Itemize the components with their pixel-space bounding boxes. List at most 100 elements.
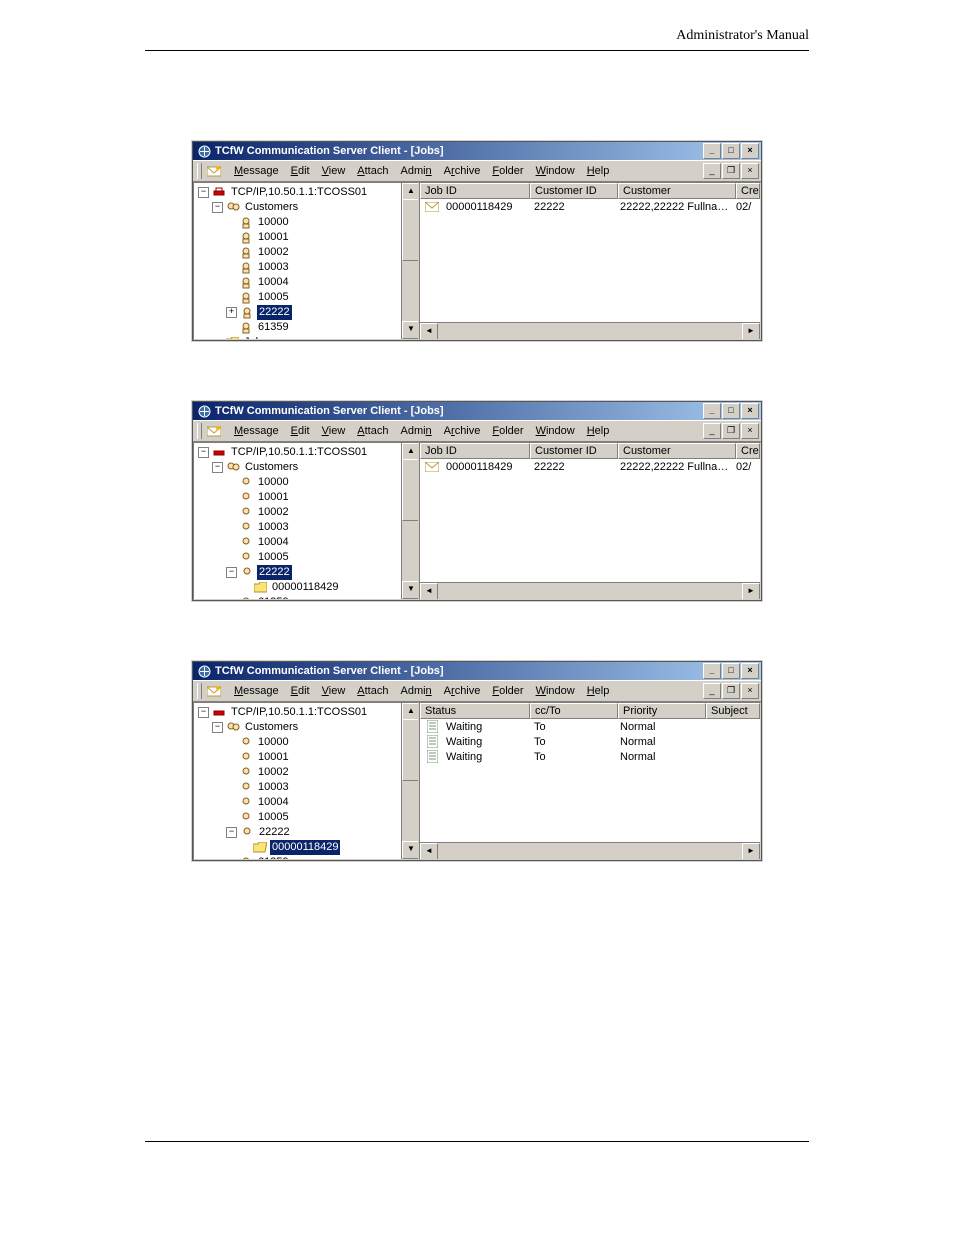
mdi-close-button[interactable]: ×: [741, 423, 759, 439]
col-customer[interactable]: Customer: [618, 183, 736, 199]
tree-item[interactable]: 10000: [198, 475, 418, 490]
scroll-right-icon[interactable]: ►: [742, 843, 760, 860]
menu-message[interactable]: Message: [228, 425, 285, 437]
menu-window[interactable]: Window: [530, 425, 581, 437]
tree-item[interactable]: 10003: [198, 520, 418, 535]
mdi-restore-button[interactable]: ❐: [722, 423, 740, 439]
menu-edit[interactable]: Edit: [285, 685, 316, 697]
tree-pane[interactable]: −TCP/IP,10.50.1.1:TCOSS01 −Customers 100…: [193, 702, 419, 860]
collapse-icon[interactable]: −: [212, 462, 223, 473]
tree-pane[interactable]: − TCP/IP,10.50.1.1:TCOSS01 − Customers 1…: [193, 182, 419, 340]
tree-customers-row[interactable]: −Customers: [198, 460, 418, 475]
tree-scrollbar[interactable]: ▲ ▼: [401, 703, 418, 859]
tree-item[interactable]: 61359: [198, 855, 418, 860]
col-subject[interactable]: Subject: [706, 703, 760, 719]
list-pane[interactable]: Job ID Customer ID Customer Cre. 0000011…: [419, 182, 761, 340]
menu-admin[interactable]: Admin: [394, 425, 437, 437]
menu-edit[interactable]: Edit: [285, 425, 316, 437]
collapse-icon[interactable]: −: [198, 707, 209, 718]
menu-admin[interactable]: Admin: [394, 685, 437, 697]
list-scrollbar-h[interactable]: ◄ ►: [420, 322, 760, 339]
menu-help[interactable]: Help: [581, 425, 616, 437]
mdi-minimize-button[interactable]: _: [703, 683, 721, 699]
toolbar-handle-icon[interactable]: [197, 423, 202, 439]
tree-item[interactable]: 10002: [198, 765, 418, 780]
menu-folder[interactable]: Folder: [486, 685, 529, 697]
mdi-close-button[interactable]: ×: [741, 163, 759, 179]
tree-item-selected[interactable]: +22222: [198, 305, 418, 320]
tree-item[interactable]: 10005: [198, 290, 418, 305]
scroll-thumb[interactable]: [402, 719, 419, 781]
col-job-id[interactable]: Job ID: [420, 443, 530, 459]
list-row[interactable]: Waiting To Normal: [420, 719, 760, 734]
tree-item[interactable]: 10004: [198, 535, 418, 550]
mdi-minimize-button[interactable]: _: [703, 163, 721, 179]
list-scrollbar-h[interactable]: ◄ ►: [420, 842, 760, 859]
menu-help[interactable]: Help: [581, 165, 616, 177]
maximize-button[interactable]: □: [722, 663, 740, 679]
new-message-icon[interactable]: [206, 163, 222, 179]
tree-item[interactable]: 10003: [198, 260, 418, 275]
col-ccto[interactable]: cc/To: [530, 703, 618, 719]
maximize-button[interactable]: □: [722, 403, 740, 419]
titlebar[interactable]: TCfW Communication Server Client - [Jobs…: [193, 142, 761, 160]
collapse-icon[interactable]: −: [212, 202, 223, 213]
menu-edit[interactable]: Edit: [285, 165, 316, 177]
menu-window[interactable]: Window: [530, 685, 581, 697]
tree-item[interactable]: 10003: [198, 780, 418, 795]
tree-root-row[interactable]: −TCP/IP,10.50.1.1:TCOSS01: [198, 445, 418, 460]
tree-item[interactable]: 10000: [198, 215, 418, 230]
col-customer[interactable]: Customer: [618, 443, 736, 459]
collapse-icon[interactable]: −: [212, 722, 223, 733]
menu-help[interactable]: Help: [581, 685, 616, 697]
tree-scrollbar[interactable]: ▲ ▼: [401, 443, 418, 599]
new-message-icon[interactable]: [206, 423, 222, 439]
toolbar-handle-icon[interactable]: [197, 683, 202, 699]
new-message-icon[interactable]: [206, 683, 222, 699]
list-scrollbar-h[interactable]: ◄ ►: [420, 582, 760, 599]
menu-admin[interactable]: Admin: [394, 165, 437, 177]
expand-icon[interactable]: +: [226, 307, 237, 318]
scroll-right-icon[interactable]: ►: [742, 323, 760, 340]
tree-root-row[interactable]: − TCP/IP,10.50.1.1:TCOSS01: [198, 185, 418, 200]
tree-jobs-row[interactable]: Jobs: [198, 335, 418, 340]
tree-item[interactable]: 10002: [198, 505, 418, 520]
col-customer-id[interactable]: Customer ID: [530, 443, 618, 459]
menu-archive[interactable]: Archive: [438, 165, 487, 177]
collapse-icon[interactable]: −: [198, 187, 209, 198]
col-cre[interactable]: Cre.: [736, 443, 760, 459]
tree-item[interactable]: 10002: [198, 245, 418, 260]
tree-item[interactable]: 10004: [198, 275, 418, 290]
tree-item-expanded[interactable]: −22222: [198, 825, 418, 840]
tree-item[interactable]: 10001: [198, 750, 418, 765]
maximize-button[interactable]: □: [722, 143, 740, 159]
list-pane[interactable]: Status cc/To Priority Subject Waiting To…: [419, 702, 761, 860]
list-pane[interactable]: Job ID Customer ID Customer Cre. 0000011…: [419, 442, 761, 600]
col-customer-id[interactable]: Customer ID: [530, 183, 618, 199]
menu-view[interactable]: View: [316, 165, 352, 177]
list-row[interactable]: Waiting To Normal: [420, 734, 760, 749]
titlebar[interactable]: TCfW Communication Server Client - [Jobs…: [193, 402, 761, 420]
tree-pane[interactable]: −TCP/IP,10.50.1.1:TCOSS01 −Customers 100…: [193, 442, 419, 600]
menu-archive[interactable]: Archive: [438, 685, 487, 697]
scroll-down-icon[interactable]: ▼: [402, 321, 419, 339]
list-row[interactable]: Waiting To Normal: [420, 749, 760, 764]
menu-folder[interactable]: Folder: [486, 165, 529, 177]
col-priority[interactable]: Priority: [618, 703, 706, 719]
tree-item[interactable]: 10001: [198, 230, 418, 245]
close-button[interactable]: ×: [741, 663, 759, 679]
tree-customers-row[interactable]: −Customers: [198, 720, 418, 735]
menu-archive[interactable]: Archive: [438, 425, 487, 437]
mdi-restore-button[interactable]: ❐: [722, 683, 740, 699]
tree-item[interactable]: 10000: [198, 735, 418, 750]
tree-root-row[interactable]: −TCP/IP,10.50.1.1:TCOSS01: [198, 705, 418, 720]
tree-item[interactable]: 10005: [198, 550, 418, 565]
tree-item[interactable]: 10004: [198, 795, 418, 810]
menu-window[interactable]: Window: [530, 165, 581, 177]
menu-message[interactable]: Message: [228, 685, 285, 697]
menu-message[interactable]: MMessageessage: [228, 165, 285, 177]
tree-item[interactable]: 10005: [198, 810, 418, 825]
tree-job-row[interactable]: 00000118429: [198, 580, 418, 595]
tree-customers-row[interactable]: − Customers: [198, 200, 418, 215]
scroll-left-icon[interactable]: ◄: [420, 843, 438, 860]
